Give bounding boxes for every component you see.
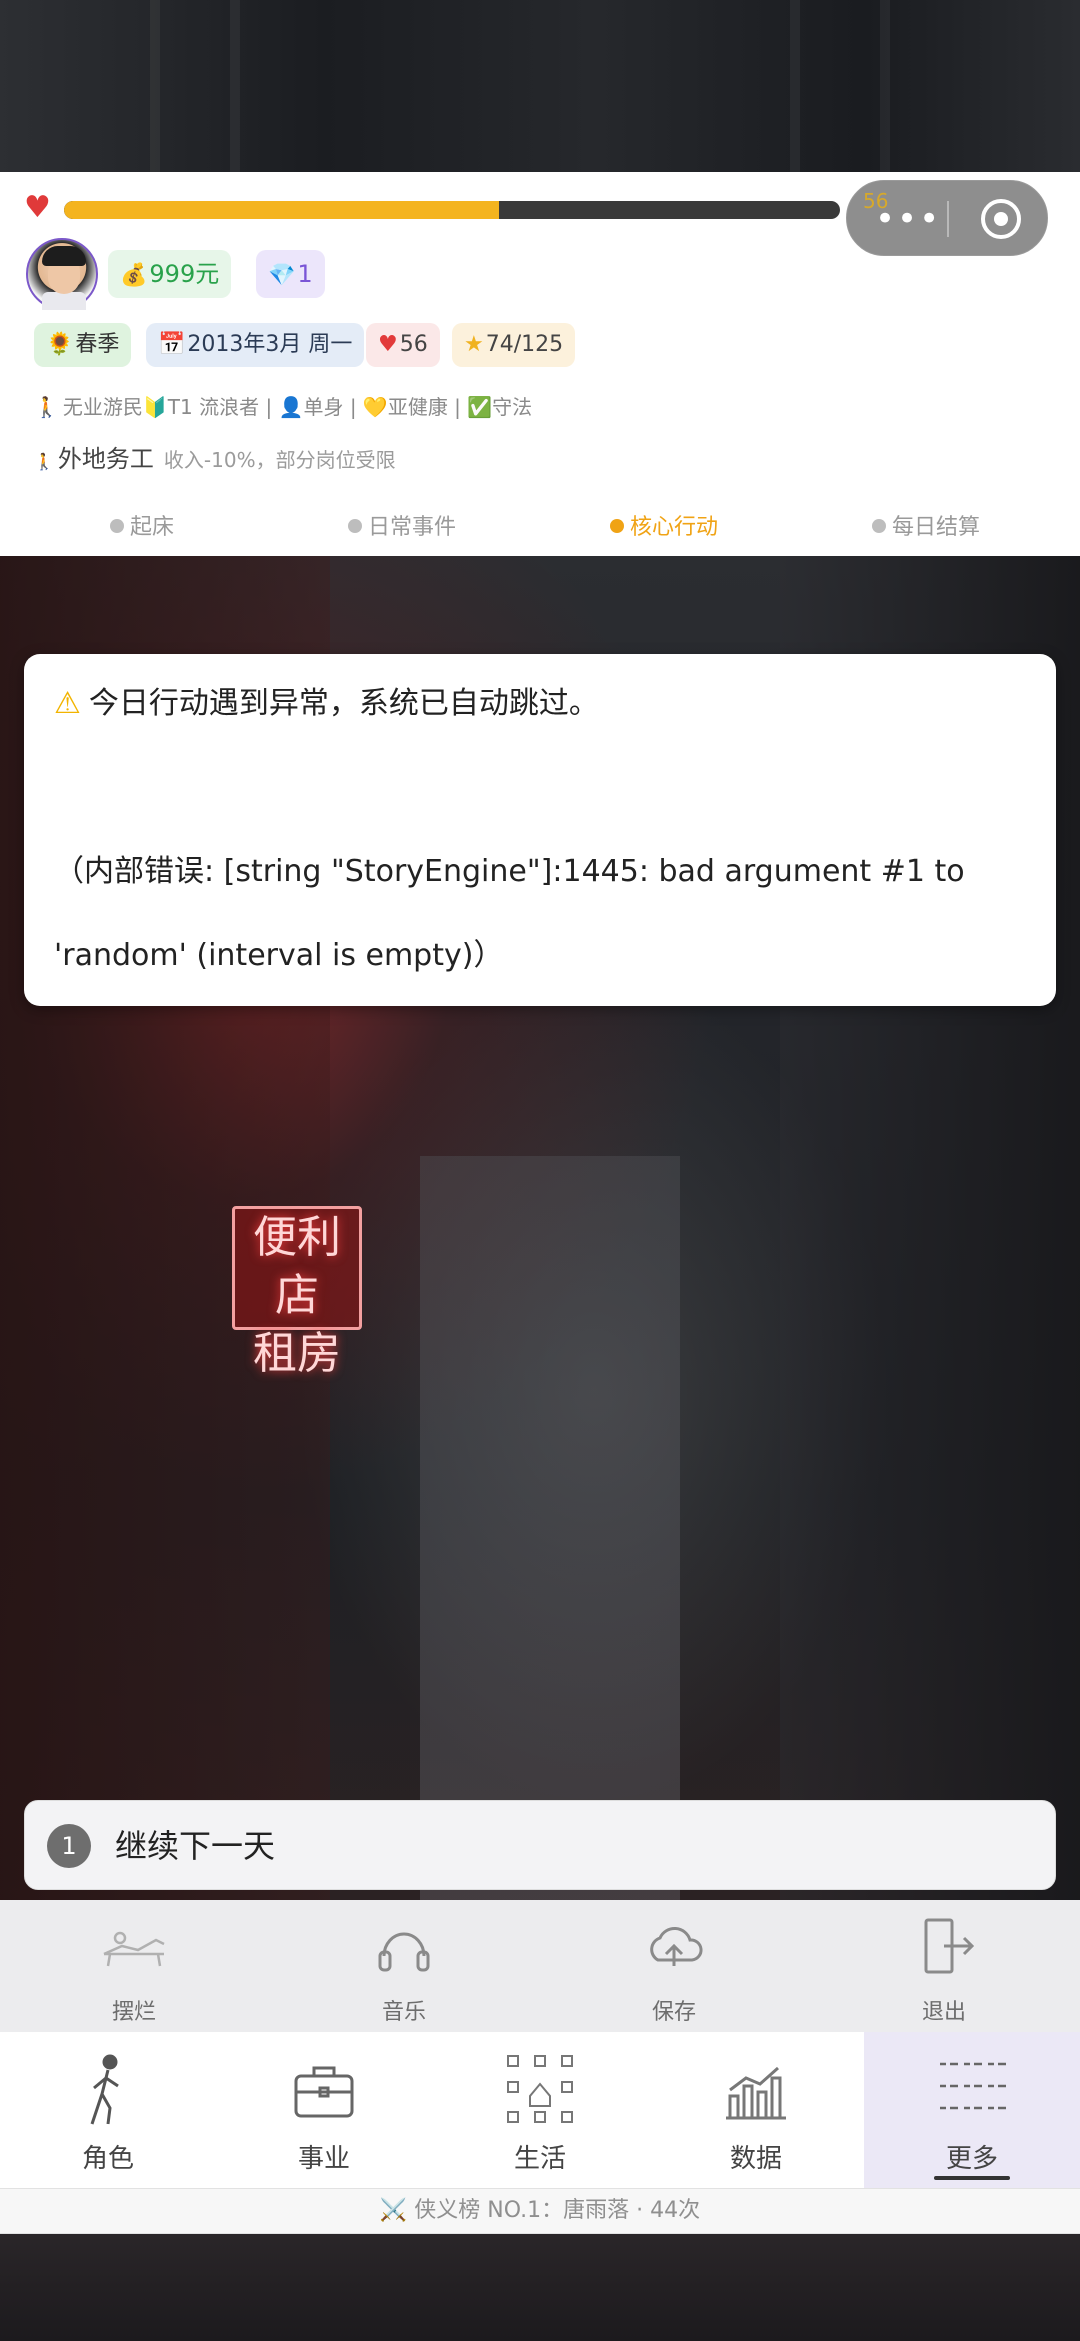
util-exit-button[interactable]: 退出 [854, 1900, 1034, 2032]
money-badge: 💰999元 [108, 250, 232, 298]
status-text: 无业游民🔰T1 流浪者 | 👤单身 | 💛亚健康 | ✅守法 [62, 395, 533, 419]
error-message: （内部错误: [string "StoryEngine"]:1445: bad … [54, 854, 965, 973]
season-value: 春季 [75, 332, 120, 357]
tab-character[interactable]: 角色 [0, 2032, 216, 2188]
util-slack-label: 摆烂 [111, 2000, 156, 2025]
main-tab-bar: 角色 事业 生活 数据 更多 [0, 2032, 1080, 2188]
sign-line-1: 便利店 [253, 1212, 341, 1321]
choice-label: 继续下一天 [115, 1827, 276, 1865]
exit-door-icon [924, 1918, 975, 1974]
gem-badge: 💎1 [256, 250, 325, 298]
tab-career-label: 事业 [297, 2144, 350, 2174]
job-description: 收入-10%，部分岗位受限 [163, 448, 396, 472]
choice-option-continue[interactable]: 1 继续下一天 [24, 1800, 1056, 1890]
step-daily-event: 日常事件 [348, 506, 456, 550]
job-status: 🚶 外地务工 收入-10%，部分岗位受限 [34, 442, 396, 476]
choice-number: 1 [47, 1824, 91, 1868]
briefcase-icon [294, 2066, 354, 2118]
date-badge: 📅2013年3月 周一 [146, 323, 365, 367]
season-badge: 🌻春季 [34, 323, 132, 367]
hp-row: ♥ [24, 192, 844, 228]
more-dots-icon[interactable]: ••• [875, 202, 941, 236]
status-header: ♥ 56 ••• 💰999元 💎1 🌻春季 📅2013年3月 周一 ♥56 ★7… [0, 172, 1080, 556]
day-steps: 起床 日常事件 核心行动 每日结算 [0, 506, 1080, 550]
dialog-title: ⚠ 今日行动遇到异常，系统已自动跳过。 [54, 686, 599, 721]
util-save-button[interactable]: 保存 [584, 1900, 764, 2032]
tab-character-label: 角色 [81, 2144, 134, 2174]
money-bag-icon: 💰 [120, 263, 148, 288]
rank-banner[interactable]: ⚔️ 侠义榜 NO.1：唐雨落 · 44次 [0, 2188, 1080, 2234]
bar-chart-icon [726, 2066, 786, 2120]
hp-badge: ♥56 [366, 323, 440, 367]
close-target-icon[interactable] [981, 199, 1021, 239]
calendar-icon: 📅 [158, 332, 186, 357]
life-grid-icon [507, 2055, 573, 2123]
status-tags: 🚶 无业游民🔰T1 流浪者 | 👤单身 | 💛亚健康 | ✅守法 [34, 390, 1044, 424]
crossed-swords-icon: ⚔️ [379, 2198, 408, 2223]
step-core-action: 核心行动 [610, 506, 718, 550]
util-save-label: 保存 [651, 2000, 696, 2025]
step-wake: 起床 [110, 506, 174, 550]
mini-program-capsule[interactable]: 56 ••• [846, 180, 1048, 256]
job-title: 外地务工 [57, 445, 154, 473]
hp-value: 56 [399, 332, 428, 357]
tab-more[interactable]: 更多 [864, 2032, 1080, 2188]
walking-person-icon [90, 2054, 119, 2125]
util-music-label: 音乐 [381, 2000, 426, 2025]
star-badge: ★74/125 [452, 323, 576, 367]
tab-data-label: 数据 [729, 2144, 782, 2174]
cloud-upload-icon [650, 1927, 703, 1966]
warning-icon: ⚠ [54, 686, 81, 721]
heart-icon: ♥ [24, 190, 51, 225]
sunflower-icon: 🌻 [46, 332, 74, 357]
tab-life[interactable]: 生活 [432, 2032, 648, 2188]
date-value: 2013年3月 周一 [187, 332, 353, 357]
util-exit-label: 退出 [921, 2000, 966, 2025]
step-daily-settle: 每日结算 [872, 506, 980, 550]
lounge-chair-icon [103, 1931, 165, 1967]
tab-more-label: 更多 [945, 2144, 998, 2174]
gem-icon: 💎 [268, 263, 296, 288]
util-music-button[interactable]: 音乐 [314, 1900, 494, 2032]
utility-bar: 摆烂 音乐 保存 退出 [0, 1900, 1080, 2032]
hp-progress-bar [64, 201, 840, 219]
star-value: 74/125 [485, 332, 564, 357]
money-value: 999元 [149, 260, 220, 288]
list-menu-icon [940, 2062, 1006, 2110]
neon-sign: 便利店 租房 [232, 1206, 362, 1379]
walking-icon-2: 🚶 [34, 452, 54, 471]
gem-value: 1 [297, 260, 313, 288]
background-bottom [0, 2234, 1080, 2341]
util-slack-button[interactable]: 摆烂 [44, 1900, 224, 2032]
tab-career[interactable]: 事业 [216, 2032, 432, 2188]
heart-small-icon: ♥ [378, 332, 398, 357]
active-tab-underline [934, 2176, 1010, 2180]
tab-data[interactable]: 数据 [648, 2032, 864, 2188]
star-icon: ★ [464, 332, 484, 357]
background-top [0, 0, 1080, 172]
avatar[interactable] [26, 238, 98, 310]
walking-icon: 🚶 [34, 395, 59, 419]
capsule-divider [947, 201, 949, 237]
event-dialog: ⚠ 今日行动遇到异常，系统已自动跳过。 （内部错误: [string "Story… [24, 654, 1056, 1006]
headphones-icon [378, 1932, 430, 1972]
hp-progress-fill [64, 201, 499, 219]
rank-text: 侠义榜 NO.1：唐雨落 · 44次 [414, 2198, 701, 2223]
sign-line-2: 租房 [253, 1328, 341, 1379]
tab-life-label: 生活 [513, 2144, 566, 2174]
